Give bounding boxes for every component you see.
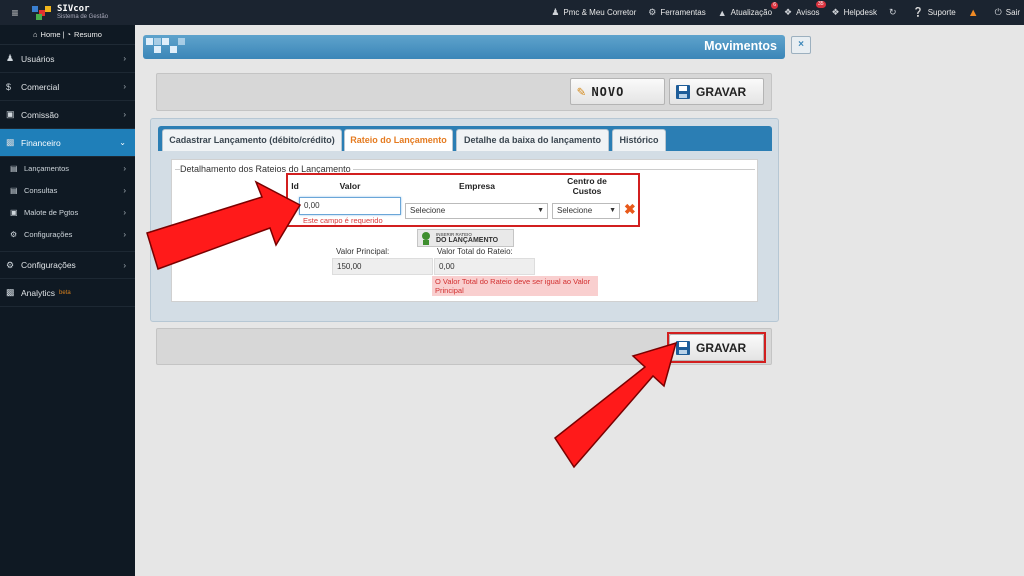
sidebar-sub-lancamentos[interactable]: ▤ Lançamentos › bbox=[0, 157, 135, 179]
tab-detalhe-baixa[interactable]: Detalhe da baixa do lançamento bbox=[456, 129, 609, 151]
tab-bar: Cadastrar Lançamento (débito/crédito) Ra… bbox=[158, 126, 772, 151]
nav-sair[interactable]: ⏻ Sair bbox=[995, 7, 1020, 18]
atualizacao-badge: 6 bbox=[771, 1, 779, 9]
top-bar: ≡ SIVcor Sistema de Gestão ♟ Pmc & Meu Co… bbox=[0, 0, 1024, 25]
chevron-right-icon: › bbox=[123, 110, 126, 119]
chevron-right-icon: › bbox=[123, 208, 126, 217]
cogs-icon: ⚙ bbox=[6, 259, 15, 270]
menu-icon[interactable]: ≡ bbox=[4, 6, 26, 20]
floppy-icon bbox=[676, 84, 690, 99]
sidebar-item-financeiro[interactable]: ▩ Financeiro ⌄ bbox=[0, 129, 135, 157]
logo[interactable]: SIVcor Sistema de Gestão bbox=[32, 3, 109, 21]
valor-total-field: 0,00 bbox=[434, 258, 535, 275]
sidebar-sub-configuracoes[interactable]: ⚙ Configurações › bbox=[0, 223, 135, 245]
sidebar: ⌂ Home | ◔ Resumo ♟ Usuários › $ Comercial ›… bbox=[0, 25, 135, 576]
sidebar-home[interactable]: ⌂ Home | ◔ Resumo bbox=[0, 25, 135, 45]
folder-icon: ▤ bbox=[10, 185, 18, 195]
pencil-icon: ✎ bbox=[577, 83, 587, 100]
chevron-right-icon: › bbox=[123, 54, 126, 63]
briefcase-icon: ▣ bbox=[10, 207, 18, 217]
sidebar-sub-malote[interactable]: ▣ Malote de Pgtos › bbox=[0, 201, 135, 223]
gravar-button-top[interactable]: GRAVAR bbox=[669, 78, 764, 105]
tab-historico[interactable]: Histórico bbox=[612, 129, 666, 151]
add-user-icon bbox=[421, 231, 431, 245]
nav-helpdesk[interactable]: ❖ Helpdesk bbox=[832, 7, 877, 18]
nav-avisos[interactable]: ❖ Avisos 35 bbox=[784, 1, 826, 18]
page-title-bar: Movimentos bbox=[143, 35, 785, 59]
valor-total-label: Valor Total do Rateio: bbox=[437, 247, 513, 256]
logo-mark-icon bbox=[32, 5, 52, 20]
users-icon: ♟ bbox=[6, 53, 15, 63]
money-icon: ▣ bbox=[6, 109, 15, 119]
avisos-badge: 35 bbox=[815, 1, 826, 8]
highlight-box-row bbox=[286, 173, 640, 227]
warning-icon: ▲ bbox=[717, 7, 727, 18]
sidebar-item-comercial[interactable]: $ Comercial › bbox=[0, 73, 135, 101]
sidebar-item-comissao[interactable]: ▣ Comissão › bbox=[0, 101, 135, 129]
rateio-content: Detalhamento dos Rateios do Lançamento I… bbox=[171, 159, 758, 302]
nav-user[interactable]: ♟ Pmc & Meu Corretor bbox=[551, 7, 636, 18]
power-icon: ⏻ bbox=[994, 7, 1002, 17]
novo-button[interactable]: ✎ NOVO bbox=[570, 78, 665, 105]
comments-icon: ❖ bbox=[784, 7, 793, 17]
highlight-box-gravar bbox=[667, 332, 766, 363]
refresh-icon: ↻ bbox=[888, 7, 897, 17]
valor-principal-label: Valor Principal: bbox=[336, 247, 390, 256]
form-panel: Cadastrar Lançamento (débito/crédito) Ra… bbox=[150, 118, 779, 322]
brand-name: SIVcor bbox=[57, 3, 90, 14]
top-nav: ♟ Pmc & Meu Corretor ⚙ Ferramentas ▲ Atuali… bbox=[539, 0, 1020, 25]
sidebar-item-configuracoes[interactable]: ⚙ Configurações › bbox=[0, 251, 135, 279]
nav-alert[interactable]: ▲ bbox=[968, 7, 983, 19]
sidebar-item-analytics[interactable]: ▩ Analytics beta bbox=[0, 279, 135, 307]
valor-total-error: O Valor Total do Rateio deve ser igual a… bbox=[432, 276, 598, 296]
gear-icon: ⚙ bbox=[10, 229, 18, 239]
tab-cadastrar[interactable]: Cadastrar Lançamento (débito/crédito) bbox=[162, 129, 342, 151]
sidebar-sub-consultas[interactable]: ▤ Consultas › bbox=[0, 179, 135, 201]
nav-atualizacao[interactable]: ▲ Atualização 6 bbox=[717, 1, 779, 18]
question-icon: ❔ bbox=[912, 7, 924, 17]
nav-suporte[interactable]: ❔ Suporte bbox=[913, 7, 956, 18]
chevron-right-icon: › bbox=[123, 261, 126, 270]
beta-tag: beta bbox=[59, 289, 71, 296]
alert-icon: ▲ bbox=[967, 6, 979, 19]
nav-ferramentas[interactable]: ⚙ Ferramentas bbox=[648, 7, 705, 18]
bank-icon: ▩ bbox=[6, 137, 15, 147]
sidebar-item-usuarios[interactable]: ♟ Usuários › bbox=[0, 45, 135, 73]
toolbar-bottom: GRAVAR bbox=[156, 328, 772, 365]
page-title: Movimentos bbox=[704, 39, 777, 53]
dollar-icon: $ bbox=[6, 81, 12, 92]
close-button[interactable]: × bbox=[791, 36, 811, 54]
title-pattern-icon bbox=[146, 38, 190, 56]
file-icon: ▤ bbox=[10, 163, 18, 173]
nav-refresh[interactable]: ↻ bbox=[889, 7, 901, 18]
cogs-icon: ⚙ bbox=[648, 7, 657, 17]
home-icon: ⌂ bbox=[33, 30, 38, 39]
chevron-right-icon: › bbox=[123, 230, 126, 239]
tab-rateio[interactable]: Rateio do Lançamento bbox=[344, 129, 453, 151]
toolbar-top: ✎ NOVO GRAVAR bbox=[156, 73, 772, 111]
valor-principal-field: 150,00 bbox=[332, 258, 433, 275]
chevron-down-icon: ⌄ bbox=[119, 138, 126, 147]
chart-icon: ▩ bbox=[6, 287, 15, 297]
brand-subtitle: Sistema de Gestão bbox=[57, 13, 109, 20]
chat-icon: ❖ bbox=[831, 7, 840, 17]
inserir-rateio-button[interactable]: INSERIR RATEIO DO LANÇAMENTO bbox=[417, 229, 514, 247]
user-icon: ♟ bbox=[551, 7, 560, 17]
dashboard-icon: ◔ bbox=[66, 30, 72, 39]
chevron-right-icon: › bbox=[123, 82, 126, 91]
chevron-right-icon: › bbox=[123, 164, 126, 173]
chevron-right-icon: › bbox=[123, 186, 126, 195]
